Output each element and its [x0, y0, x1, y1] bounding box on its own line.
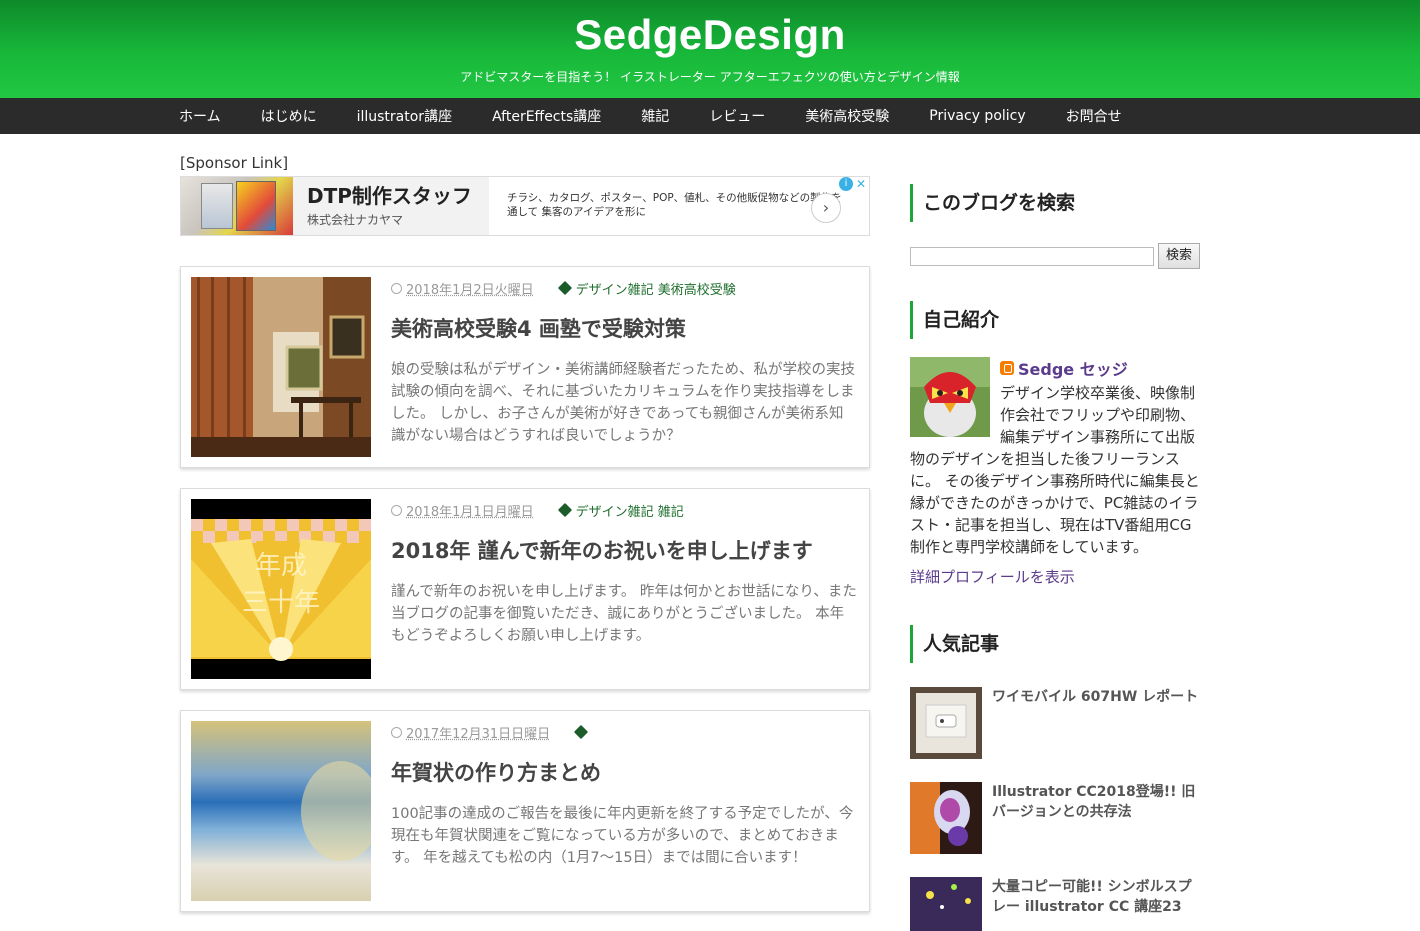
- popular-thumbnail[interactable]: [910, 687, 982, 759]
- main-nav: ホーム はじめに illustrator講座 AfterEffects講座 雑記…: [0, 98, 1420, 134]
- post-date[interactable]: 2017年12月31日日曜日: [406, 723, 550, 742]
- main-content: [Sponsor Link] DTP制作スタッフ 株式会社ナカヤマ チラシ、カタ…: [180, 154, 870, 236]
- clock-icon: [391, 283, 402, 294]
- popular-item[interactable]: ワイモバイル 607HW レポート: [910, 687, 1200, 782]
- ad-image[interactable]: [181, 177, 293, 235]
- nav-item-art-exam[interactable]: 美術高校受験: [805, 106, 889, 126]
- popular-widget-title: 人気記事: [910, 625, 1200, 663]
- post-card: 年成 三十年 2018年1月1日月曜日 デザイン雑記 雑記 2018年 謹んで新…: [180, 488, 870, 690]
- nav-item-review[interactable]: レビュー: [709, 106, 765, 126]
- post-title[interactable]: 2018年 謹んで新年のお祝いを申し上げます: [391, 538, 857, 564]
- ad-arrow-button[interactable]: ›: [811, 193, 841, 223]
- post-excerpt: 娘の受験は私がデザイン・美術講師経験者だったため、私が学校の実技試験の傾向を調べ…: [391, 359, 857, 447]
- nav-item-aftereffects[interactable]: AfterEffects講座: [492, 106, 601, 126]
- tag-icon: [558, 281, 572, 295]
- post-tags[interactable]: デザイン雑記 美術高校受験: [576, 279, 736, 298]
- ad-close-icon[interactable]: ✕: [855, 177, 867, 191]
- svg-text:三十年: 三十年: [242, 588, 320, 618]
- blogger-icon: [1000, 361, 1014, 375]
- post-card: 2018年1月2日火曜日 デザイン雑記 美術高校受験 美術高校受験4 画塾で受験…: [180, 266, 870, 468]
- search-input[interactable]: [910, 247, 1154, 266]
- site-title[interactable]: SedgeDesign: [0, 0, 1420, 58]
- post-title[interactable]: 美術高校受験4 画塾で受験対策: [391, 316, 857, 342]
- nav-item-home[interactable]: ホーム: [179, 106, 221, 126]
- tag-icon: [574, 725, 588, 739]
- popular-item[interactable]: 大量コピー可能!! シンボルスプレー illustrator CC 講座23: [910, 877, 1200, 931]
- popular-title[interactable]: Illustrator CC2018登場!! 旧バージョンとの共存法: [992, 782, 1200, 877]
- post-card: 2017年12月31日日曜日 年賀状の作り方まとめ 100記事の達成のご報告を最…: [180, 710, 870, 912]
- popular-item[interactable]: Illustrator CC2018登場!! 旧バージョンとの共存法: [910, 782, 1200, 877]
- svg-text:年成: 年成: [255, 551, 307, 581]
- tag-icon: [558, 503, 572, 517]
- post-excerpt: 100記事の達成のご報告を最後に年内更新を終了する予定でしたが、今現在も年賀状関…: [391, 803, 857, 869]
- popular-title[interactable]: ワイモバイル 607HW レポート: [992, 687, 1198, 782]
- post-thumbnail[interactable]: [191, 277, 371, 457]
- post-thumbnail[interactable]: 年成 三十年: [191, 499, 371, 679]
- ad-title[interactable]: DTP制作スタッフ: [307, 183, 475, 209]
- nav-item-contact[interactable]: お問合せ: [1066, 106, 1122, 126]
- avatar[interactable]: [910, 357, 990, 437]
- profile-name[interactable]: Sedge セッジ: [1018, 356, 1128, 380]
- post-tags[interactable]: デザイン雑記 雑記: [576, 501, 684, 520]
- sidebar: このブログを検索 検索 自己紹介 Sedge セッジ デザイン学校卒業後、映像制…: [910, 184, 1200, 931]
- profile-link[interactable]: 詳細プロフィールを表示: [910, 566, 1200, 587]
- ad-company: 株式会社ナカヤマ: [307, 211, 475, 228]
- site-description: アドビマスターを目指そう！ イラストレーター アフターエフェクツの使い方とデザイ…: [0, 68, 1420, 85]
- nav-item-illustrator[interactable]: illustrator講座: [357, 106, 452, 126]
- search-widget-title: このブログを検索: [910, 184, 1200, 222]
- post-title[interactable]: 年賀状の作り方まとめ: [391, 760, 857, 786]
- popular-title[interactable]: 大量コピー可能!! シンボルスプレー illustrator CC 講座23: [992, 877, 1200, 931]
- popular-thumbnail[interactable]: [910, 782, 982, 854]
- popular-thumbnail[interactable]: [910, 877, 982, 931]
- nav-item-privacy[interactable]: Privacy policy: [929, 108, 1025, 124]
- ad-banner[interactable]: DTP制作スタッフ 株式会社ナカヤマ チラシ、カタログ、ポスター、POP、値札、…: [180, 176, 870, 236]
- post-date[interactable]: 2018年1月2日火曜日: [406, 279, 534, 298]
- search-form: 検索: [910, 243, 1200, 269]
- profile-widget-title: 自己紹介: [910, 301, 1200, 339]
- clock-icon: [391, 727, 402, 738]
- site-header: SedgeDesign アドビマスターを目指そう！ イラストレーター アフターエ…: [0, 0, 1420, 98]
- search-button[interactable]: 検索: [1158, 243, 1200, 269]
- post-thumbnail[interactable]: [191, 721, 371, 901]
- ad-info-icon[interactable]: i: [839, 177, 853, 191]
- nav-item-misc[interactable]: 雑記: [641, 106, 669, 126]
- nav-item-intro[interactable]: はじめに: [261, 106, 317, 126]
- popular-list: ワイモバイル 607HW レポート Illustrator CC2018登場!!…: [910, 687, 1200, 931]
- profile: Sedge セッジ デザイン学校卒業後、映像制作会社でフリップや印刷物、編集デザ…: [910, 357, 1200, 587]
- post-date[interactable]: 2018年1月1日月曜日: [406, 501, 534, 520]
- clock-icon: [391, 505, 402, 516]
- sponsor-label: [Sponsor Link]: [180, 154, 870, 176]
- post-excerpt: 謹んで新年のお祝いを申し上げます。 昨年は何かとお世話になり、また当ブログの記事…: [391, 581, 857, 647]
